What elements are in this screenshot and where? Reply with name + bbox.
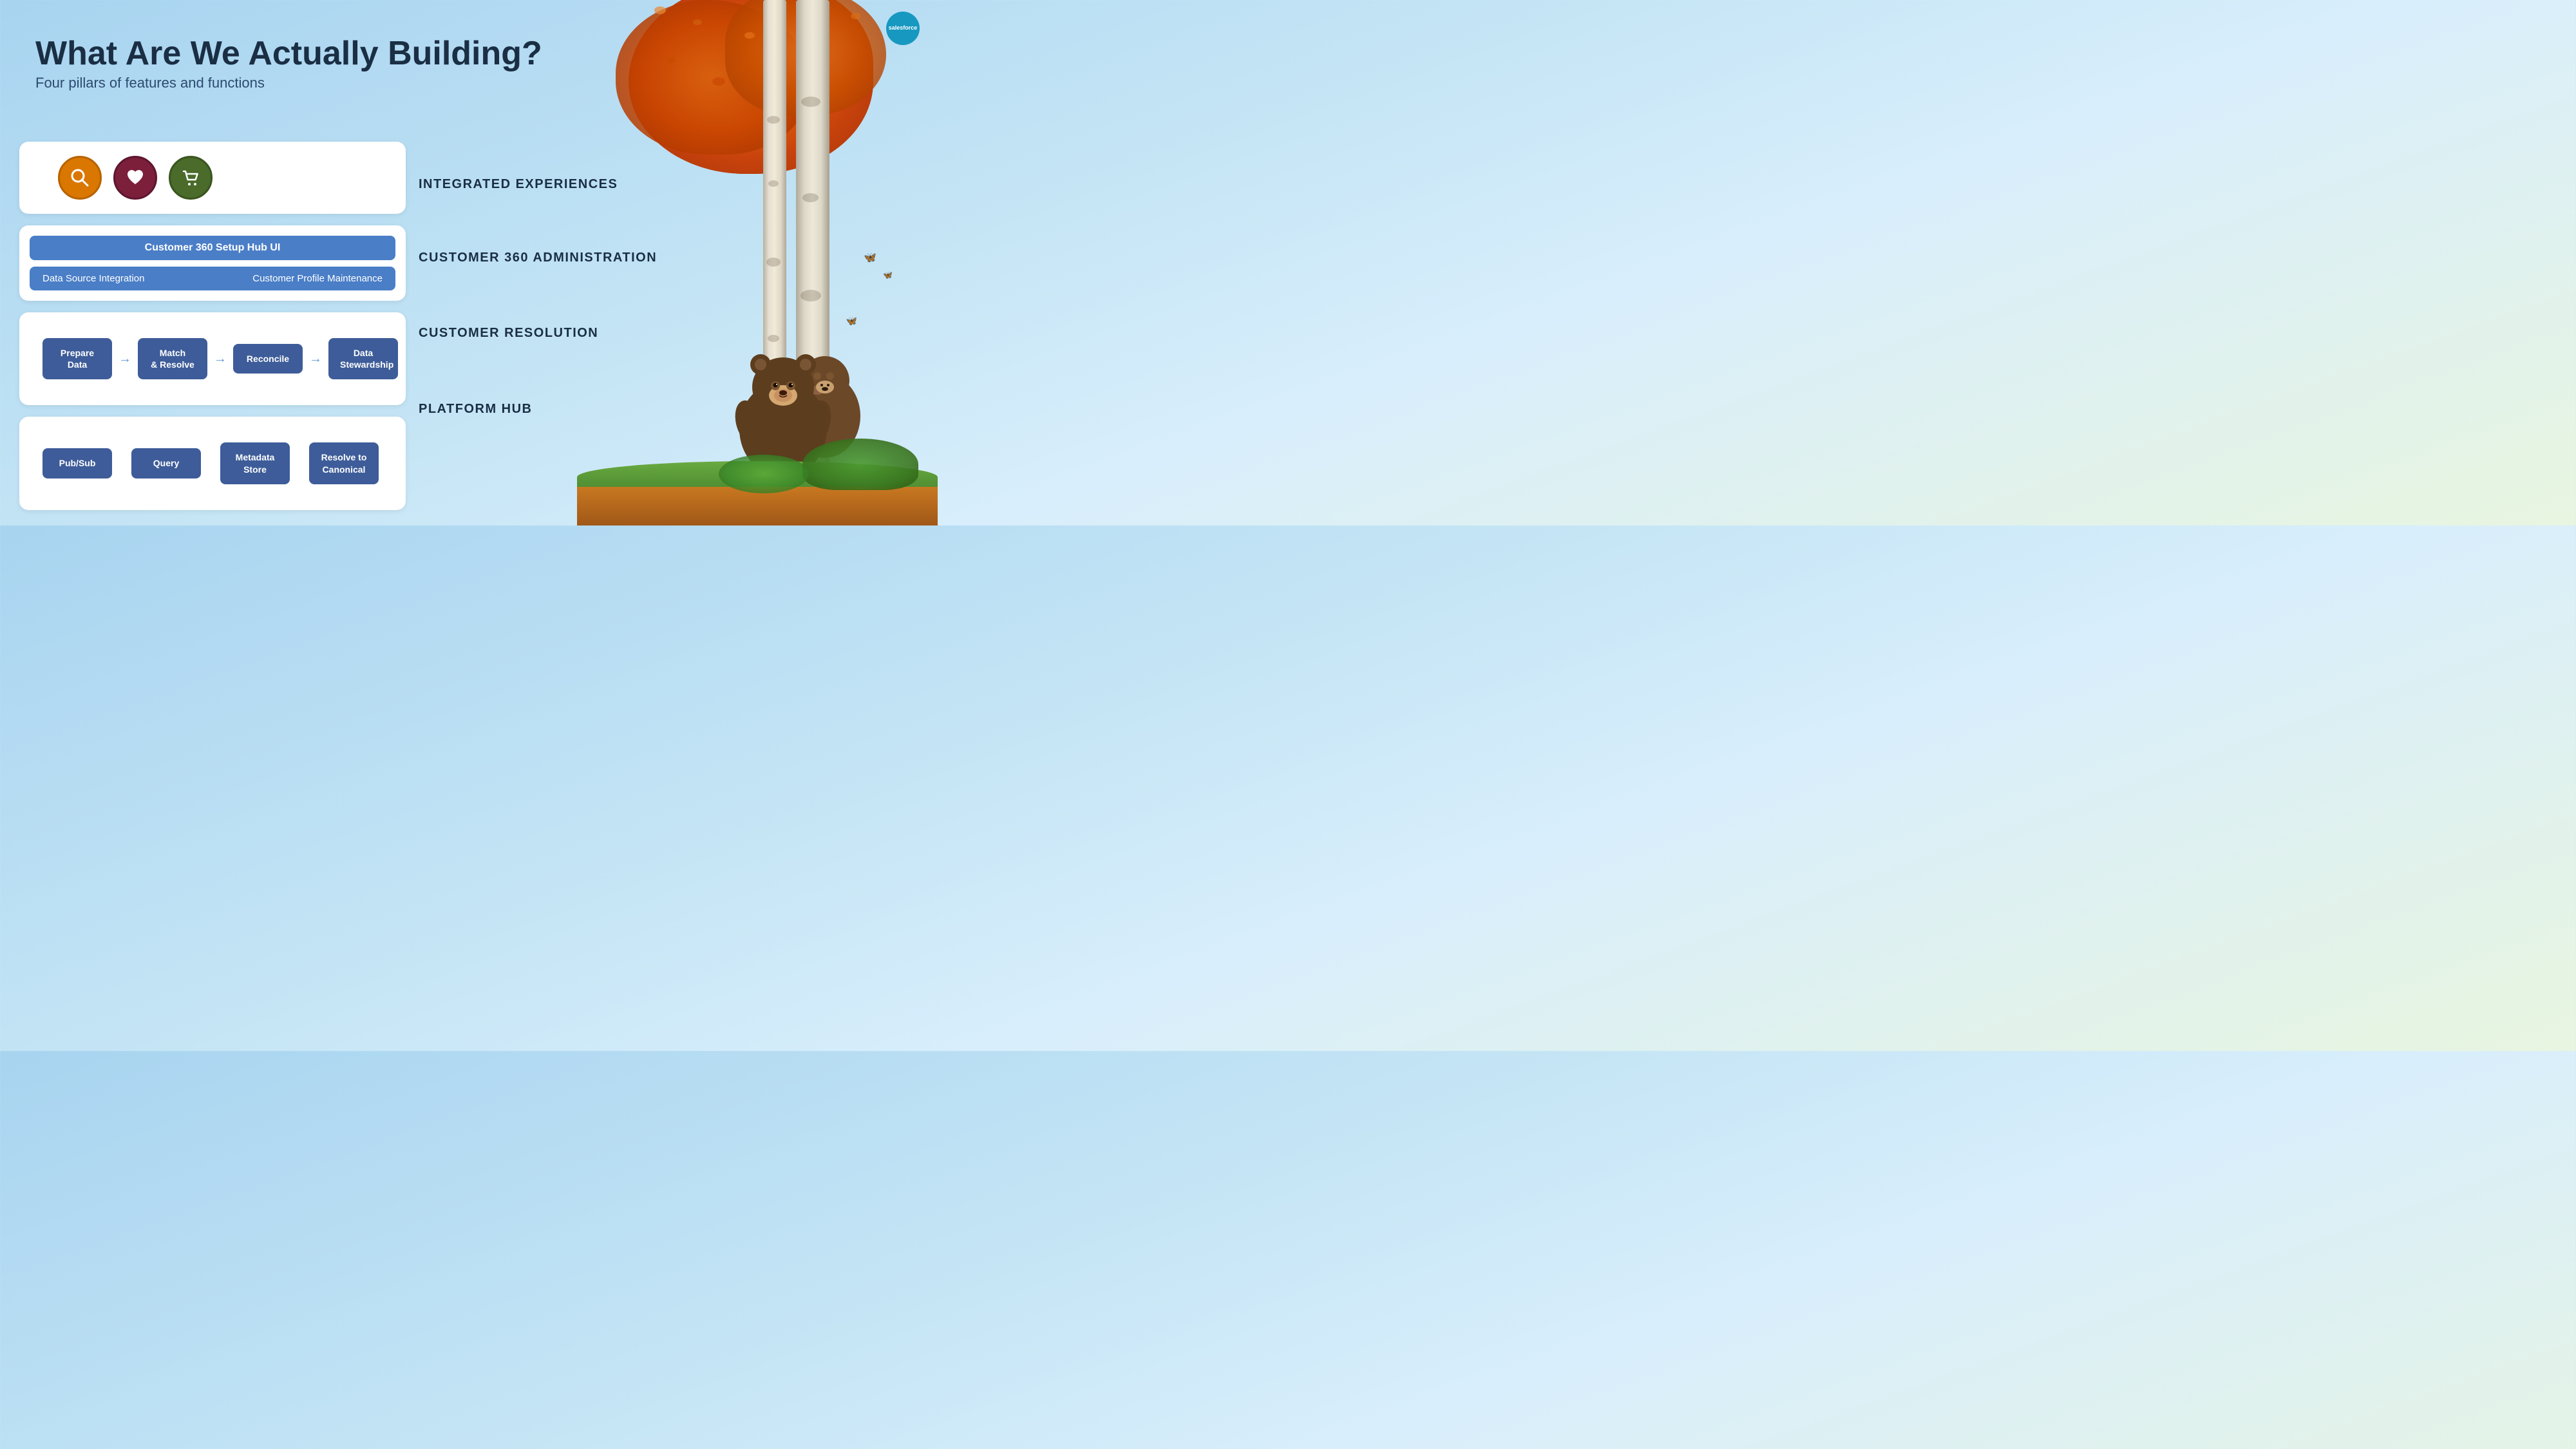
search-icon xyxy=(58,156,102,200)
label-admin: CUSTOMER 360 ADMINISTRATION xyxy=(419,221,918,295)
page-subtitle: Four pillars of features and functions xyxy=(35,75,542,91)
label-integrated: INTEGRATED EXPERIENCES xyxy=(419,148,918,221)
label-resolution: CUSTOMER RESOLUTION xyxy=(419,295,918,371)
reconcile-btn[interactable]: Reconcile xyxy=(233,344,303,374)
cart-icon xyxy=(169,156,213,200)
data-stewardship-btn[interactable]: DataStewardship xyxy=(328,338,398,379)
match-resolve-btn[interactable]: Match& Resolve xyxy=(138,338,207,379)
main-content: Customer 360 Setup Hub UI Data Source In… xyxy=(19,142,918,510)
page-title: What Are We Actually Building? xyxy=(35,35,542,72)
labels-container: INTEGRATED EXPERIENCES CUSTOMER 360 ADMI… xyxy=(419,142,918,447)
salesforce-logo: salesforce xyxy=(886,12,920,45)
header: What Are We Actually Building? Four pill… xyxy=(35,35,542,91)
resolution-flow: Prepare Data → Match& Resolve → Reconcil… xyxy=(36,327,389,391)
prepare-data-btn[interactable]: Prepare Data xyxy=(43,338,112,379)
pillar-admin-card: Customer 360 Setup Hub UI Data Source In… xyxy=(19,225,406,301)
platform-flow: Pub/Sub Query MetadataStore Resolve toCa… xyxy=(36,431,389,495)
logo-text: salesforce xyxy=(889,25,918,32)
admin-bottom-right: Customer Profile Maintenance xyxy=(252,273,383,284)
arrow-2: → xyxy=(214,352,227,366)
pubsub-btn[interactable]: Pub/Sub xyxy=(43,448,112,478)
resolve-canonical-btn[interactable]: Resolve toCanonical xyxy=(309,442,379,484)
metadata-store-btn[interactable]: MetadataStore xyxy=(220,442,290,484)
admin-bar-bottom: Data Source Integration Customer Profile… xyxy=(30,267,395,290)
query-btn[interactable]: Query xyxy=(131,448,201,478)
pillar-platform-card: Pub/Sub Query MetadataStore Resolve toCa… xyxy=(19,417,406,509)
pillar-integrated-card xyxy=(19,142,406,214)
heart-icon xyxy=(113,156,157,200)
label-platform: PLATFORM HUB xyxy=(419,371,918,447)
pillars-container: Customer 360 Setup Hub UI Data Source In… xyxy=(19,142,406,510)
arrow-1: → xyxy=(118,352,131,366)
admin-bar-top: Customer 360 Setup Hub UI xyxy=(30,236,395,260)
admin-bottom-left: Data Source Integration xyxy=(43,273,144,284)
arrow-3: → xyxy=(309,352,322,366)
pillar-resolution-card: Prepare Data → Match& Resolve → Reconcil… xyxy=(19,312,406,405)
